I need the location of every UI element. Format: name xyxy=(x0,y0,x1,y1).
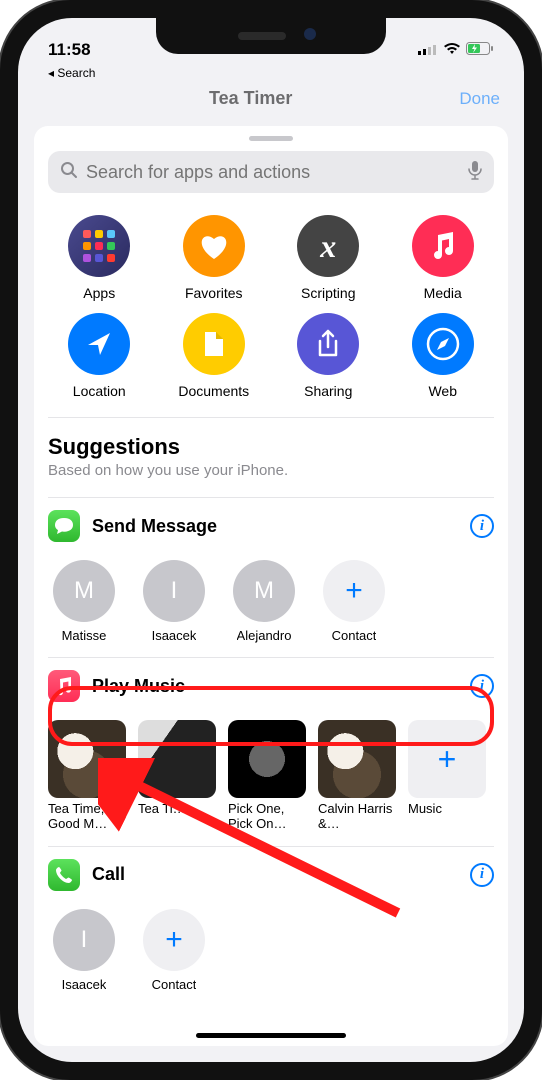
category-favorites[interactable]: Favorites xyxy=(157,215,272,301)
status-time: 11:58 xyxy=(48,40,91,60)
album-art xyxy=(228,720,306,798)
album-1[interactable]: Tea Time, Good M… xyxy=(48,720,126,832)
plus-icon: + xyxy=(143,909,205,971)
plus-icon: + xyxy=(323,560,385,622)
done-button[interactable]: Done xyxy=(459,89,500,109)
album-art xyxy=(48,720,126,798)
category-documents[interactable]: Documents xyxy=(157,313,272,399)
mic-icon[interactable] xyxy=(468,160,482,185)
category-sharing[interactable]: Sharing xyxy=(271,313,386,399)
category-media[interactable]: Media xyxy=(386,215,501,301)
album-3[interactable]: Pick One, Pick On… xyxy=(228,720,306,832)
info-icon[interactable]: i xyxy=(470,514,494,538)
message-contacts: MMatisse IIsaacek MAlejandro +Contact xyxy=(34,554,508,657)
script-icon: x xyxy=(297,215,359,277)
search-input[interactable] xyxy=(86,162,468,183)
category-scripting[interactable]: x Scripting xyxy=(271,215,386,301)
document-icon xyxy=(183,313,245,375)
add-music-button[interactable]: +Music xyxy=(408,720,486,832)
screen: 11:58 ◂ Search Tea Timer Done Apps xyxy=(18,18,524,1062)
album-art xyxy=(138,720,216,798)
underlying-nav: Tea Timer Done xyxy=(18,80,524,117)
notch xyxy=(156,18,386,54)
category-grid: Apps Favorites x Scripting Media Locatio… xyxy=(34,207,508,417)
category-location[interactable]: Location xyxy=(42,313,157,399)
messages-icon xyxy=(48,510,80,542)
add-call-contact-button[interactable]: +Contact xyxy=(138,909,210,992)
action-play-music[interactable]: Play Music i xyxy=(34,658,508,714)
action-sheet: Apps Favorites x Scripting Media Locatio… xyxy=(34,126,508,1046)
search-icon xyxy=(60,161,78,184)
category-apps[interactable]: Apps xyxy=(42,215,157,301)
action-send-message[interactable]: Send Message i xyxy=(34,498,508,554)
album-2[interactable]: Tea Ti… xyxy=(138,720,216,832)
location-icon xyxy=(68,313,130,375)
contact-isaacek[interactable]: IIsaacek xyxy=(138,560,210,643)
apple-music-icon xyxy=(48,670,80,702)
apps-icon xyxy=(68,215,130,277)
share-icon xyxy=(297,313,359,375)
sheet-grabber[interactable] xyxy=(249,136,293,141)
compass-icon xyxy=(412,313,474,375)
info-icon[interactable]: i xyxy=(470,674,494,698)
phone-frame: 11:58 ◂ Search Tea Timer Done Apps xyxy=(0,0,542,1080)
search-field[interactable] xyxy=(48,151,494,193)
signal-icon xyxy=(418,40,438,60)
home-indicator[interactable] xyxy=(196,1033,346,1038)
plus-icon: + xyxy=(408,720,486,798)
call-contacts: IIsaacek +Contact xyxy=(34,903,508,996)
info-icon[interactable]: i xyxy=(470,863,494,887)
contact-isaacek-call[interactable]: IIsaacek xyxy=(48,909,120,992)
suggestions-header: Suggestions Based on how you use your iP… xyxy=(34,418,508,485)
category-web[interactable]: Web xyxy=(386,313,501,399)
battery-icon xyxy=(466,40,494,60)
heart-icon xyxy=(183,215,245,277)
music-items: Tea Time, Good M… Tea Ti… Pick One, Pick… xyxy=(34,714,508,846)
album-4[interactable]: Calvin Harris &… xyxy=(318,720,396,832)
back-link[interactable]: ◂ Search xyxy=(18,66,524,80)
add-contact-button[interactable]: +Contact xyxy=(318,560,390,643)
album-art xyxy=(318,720,396,798)
phone-icon xyxy=(48,859,80,891)
contact-alejandro[interactable]: MAlejandro xyxy=(228,560,300,643)
page-title: Tea Timer xyxy=(209,88,292,109)
music-note-icon xyxy=(412,215,474,277)
wifi-icon xyxy=(443,40,461,60)
action-call[interactable]: Call i xyxy=(34,847,508,903)
contact-matisse[interactable]: MMatisse xyxy=(48,560,120,643)
